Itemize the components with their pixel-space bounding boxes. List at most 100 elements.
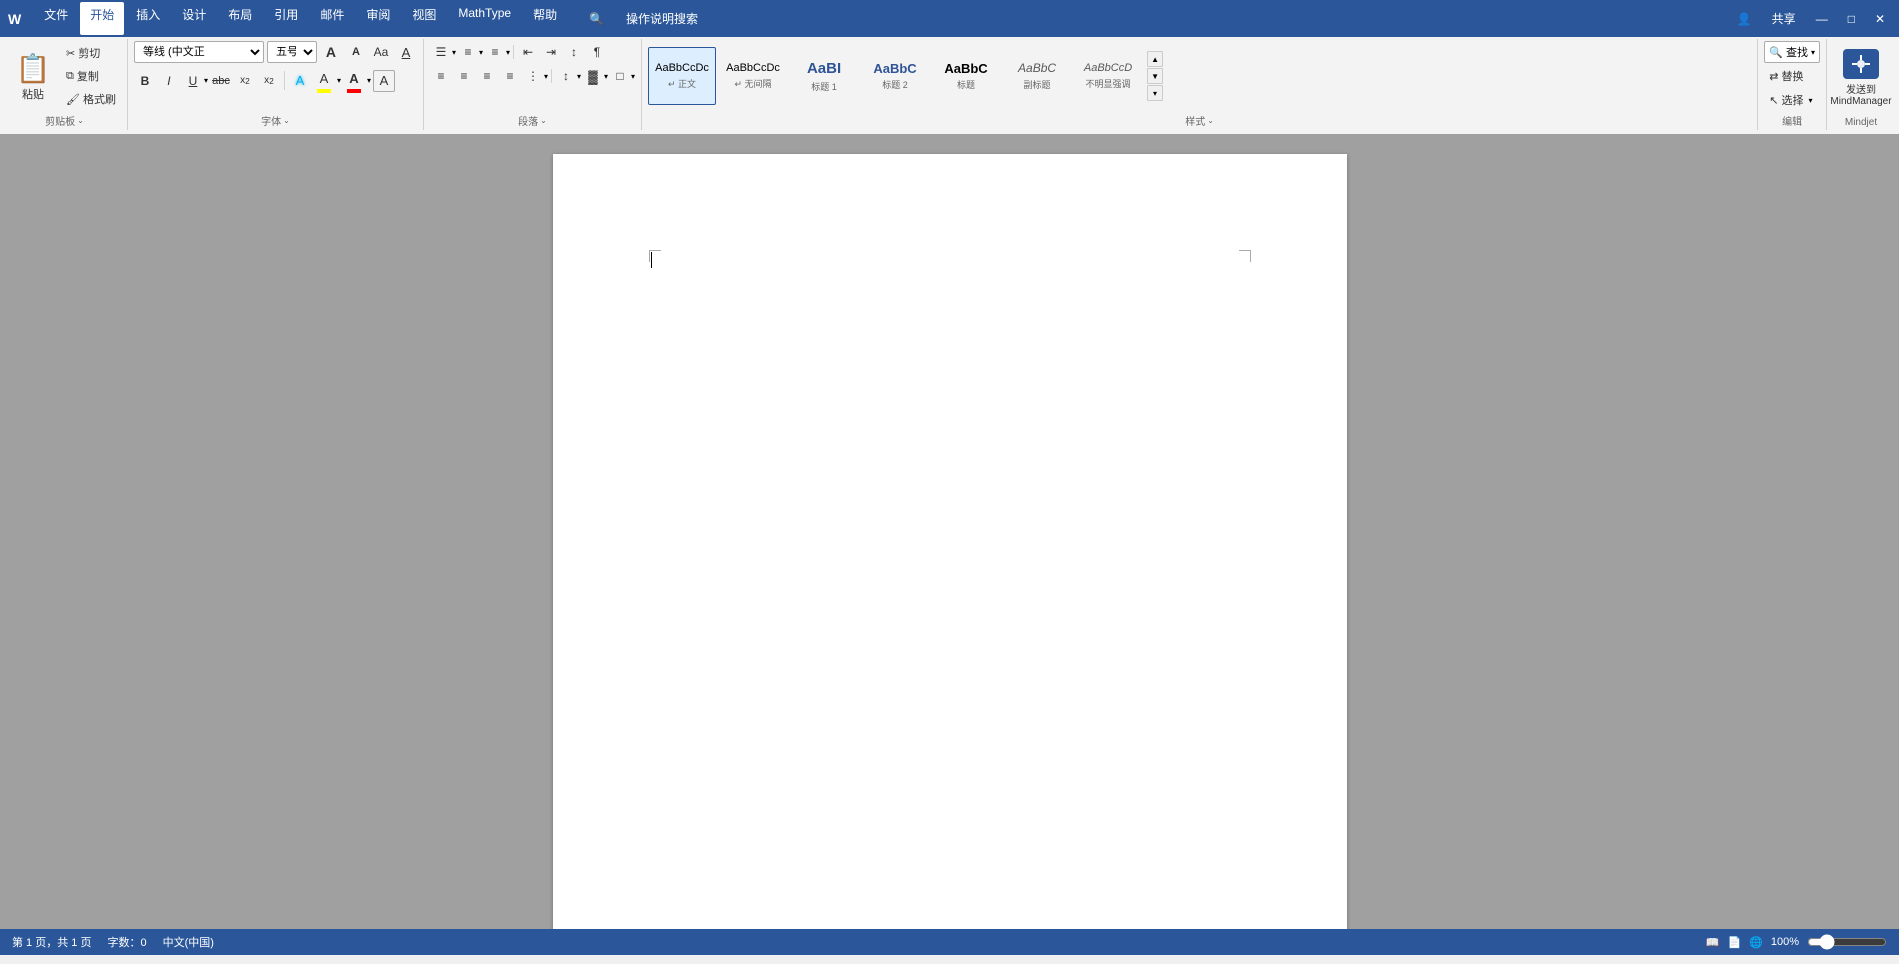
- clipboard-expand-icon[interactable]: ⌄: [77, 116, 84, 125]
- style-heading2[interactable]: AaBbC 标题 2: [861, 47, 929, 105]
- borders-dropdown[interactable]: ▾: [631, 72, 635, 81]
- menu-design[interactable]: 设计: [172, 2, 216, 35]
- clear-format-button[interactable]: A: [395, 41, 417, 63]
- decrease-indent-button[interactable]: ⇤: [517, 41, 539, 63]
- paragraph-expand-icon[interactable]: ⌄: [540, 116, 547, 125]
- italic-button[interactable]: I: [158, 70, 180, 92]
- underline-dropdown-arrow[interactable]: ▾: [204, 76, 208, 85]
- style-heading1[interactable]: AaBI 标题 1: [790, 47, 858, 105]
- underline-split-btn: U ▾: [182, 70, 208, 92]
- increase-indent-button[interactable]: ⇥: [540, 41, 562, 63]
- document-area[interactable]: [0, 134, 1899, 929]
- text-effect-button[interactable]: A: [289, 70, 311, 92]
- web-view-icon[interactable]: 🌐: [1749, 936, 1763, 949]
- superscript-button[interactable]: x2: [258, 70, 280, 92]
- style-title[interactable]: AaBbC 标题: [932, 47, 1000, 105]
- underline-button[interactable]: U: [182, 70, 204, 92]
- title-bar-right: 👤 共享 — □ ✕: [1731, 8, 1891, 29]
- line-spacing-dropdown[interactable]: ▾: [577, 72, 581, 81]
- gallery-scroll-more[interactable]: ▾: [1147, 85, 1163, 101]
- style-subtitle[interactable]: AaBbC 副标题: [1003, 47, 1071, 105]
- sort-button[interactable]: ↕: [563, 41, 585, 63]
- zoom-slider[interactable]: [1807, 934, 1887, 950]
- align-center-button[interactable]: ≡: [453, 65, 475, 87]
- menu-reference[interactable]: 引用: [264, 2, 308, 35]
- font-color-dropdown[interactable]: ▾: [367, 76, 371, 85]
- menu-mail[interactable]: 邮件: [310, 2, 354, 35]
- bullets-button[interactable]: ☰: [430, 41, 452, 63]
- format-painter-icon: 🖌: [66, 93, 80, 106]
- shading-dropdown[interactable]: ▾: [604, 72, 608, 81]
- mindmanager-button[interactable]: 发送到 MindManager: [1833, 49, 1889, 107]
- replace-button[interactable]: ⇄ 替换: [1764, 65, 1808, 87]
- select-dropdown[interactable]: ▾: [1809, 96, 1813, 105]
- numbering-button[interactable]: ≡: [457, 41, 479, 63]
- styles-expand-icon[interactable]: ⌄: [1207, 116, 1214, 125]
- columns-button[interactable]: ⋮: [522, 65, 544, 87]
- font-size-select[interactable]: 五号: [267, 41, 317, 63]
- menu-file[interactable]: 文件: [34, 2, 78, 35]
- font-color-button[interactable]: A: [343, 67, 365, 89]
- font-grow-button[interactable]: A: [320, 41, 342, 63]
- find-dropdown[interactable]: ▾: [1811, 48, 1815, 57]
- menu-layout[interactable]: 布局: [218, 2, 262, 35]
- select-button[interactable]: ↖ 选择: [1764, 89, 1808, 111]
- strikethrough-button[interactable]: abc: [210, 70, 232, 92]
- user-icon: 👤: [1731, 10, 1758, 28]
- bullets-dropdown[interactable]: ▾: [452, 48, 456, 57]
- menu-home[interactable]: 开始: [80, 2, 124, 35]
- copy-button[interactable]: ⧉ 复制: [61, 65, 121, 87]
- align-right-button[interactable]: ≡: [476, 65, 498, 87]
- menu-insert[interactable]: 插入: [126, 2, 170, 35]
- maximize-button[interactable]: □: [1842, 10, 1861, 28]
- share-button[interactable]: 共享: [1766, 8, 1802, 29]
- mindjet-group-content: 发送到 MindManager: [1833, 39, 1889, 115]
- borders-button[interactable]: □: [609, 65, 631, 87]
- change-case-button[interactable]: Aa: [370, 41, 392, 63]
- format-painter-button[interactable]: 🖌 格式刷: [61, 88, 121, 110]
- menu-search[interactable]: 🔍 操作说明搜索: [569, 2, 718, 35]
- cut-button[interactable]: ✂ 剪切: [61, 42, 121, 64]
- style-subtle-emphasis[interactable]: AaBbCcD 不明显强调: [1074, 47, 1142, 105]
- font-name-select[interactable]: 等线 (中文正: [134, 41, 264, 63]
- style-no-spacing-preview: AaBbCcDc: [726, 62, 780, 75]
- font-extra-button[interactable]: A: [373, 70, 395, 92]
- menu-review[interactable]: 审阅: [356, 2, 400, 35]
- show-marks-button[interactable]: ¶: [586, 41, 608, 63]
- subscript-button[interactable]: x2: [234, 70, 256, 92]
- columns-dropdown[interactable]: ▾: [544, 72, 548, 81]
- align-left-button[interactable]: ≡: [430, 65, 452, 87]
- menu-help[interactable]: 帮助: [523, 2, 567, 35]
- font-shrink-button[interactable]: A: [345, 41, 367, 63]
- font-expand-icon[interactable]: ⌄: [283, 116, 290, 125]
- line-spacing-button[interactable]: ↕: [555, 65, 577, 87]
- app-logo: W: [8, 11, 22, 27]
- justify-button[interactable]: ≡: [499, 65, 521, 87]
- multilevel-dropdown[interactable]: ▾: [506, 48, 510, 57]
- gallery-scroll-up[interactable]: ▲: [1147, 51, 1163, 67]
- close-button[interactable]: ✕: [1869, 10, 1891, 28]
- search-icon: 🔍: [579, 8, 614, 30]
- minimize-button[interactable]: —: [1810, 10, 1834, 28]
- line-spacing-split-btn: ↕ ▾: [555, 65, 581, 87]
- font-color-indicator: [347, 89, 361, 93]
- shading-button[interactable]: ▓: [582, 65, 604, 87]
- mindjet-icon: [1843, 49, 1879, 79]
- paste-button[interactable]: 📋 粘贴: [8, 47, 58, 105]
- style-normal[interactable]: AaBbCcDc ↵ 正文: [648, 47, 716, 105]
- bold-button[interactable]: B: [134, 70, 156, 92]
- para-divider1: [513, 45, 514, 59]
- numbering-dropdown[interactable]: ▾: [479, 48, 483, 57]
- para-divider2: [551, 69, 552, 83]
- read-view-icon[interactable]: 📖: [1706, 936, 1720, 949]
- print-view-icon[interactable]: 📄: [1727, 936, 1741, 949]
- find-search-box[interactable]: 🔍 查找 ▾: [1764, 41, 1820, 63]
- gallery-scroll-down[interactable]: ▼: [1147, 68, 1163, 84]
- highlight-button[interactable]: A: [313, 67, 335, 89]
- highlight-dropdown[interactable]: ▾: [337, 76, 341, 85]
- menu-mathtype[interactable]: MathType: [448, 2, 521, 35]
- multilevel-button[interactable]: ≡: [484, 41, 506, 63]
- status-bar-right: 📖 📄 🌐 100%: [1706, 934, 1887, 950]
- menu-view[interactable]: 视图: [402, 2, 446, 35]
- style-no-spacing[interactable]: AaBbCcDc ↵ 无间隔: [719, 47, 787, 105]
